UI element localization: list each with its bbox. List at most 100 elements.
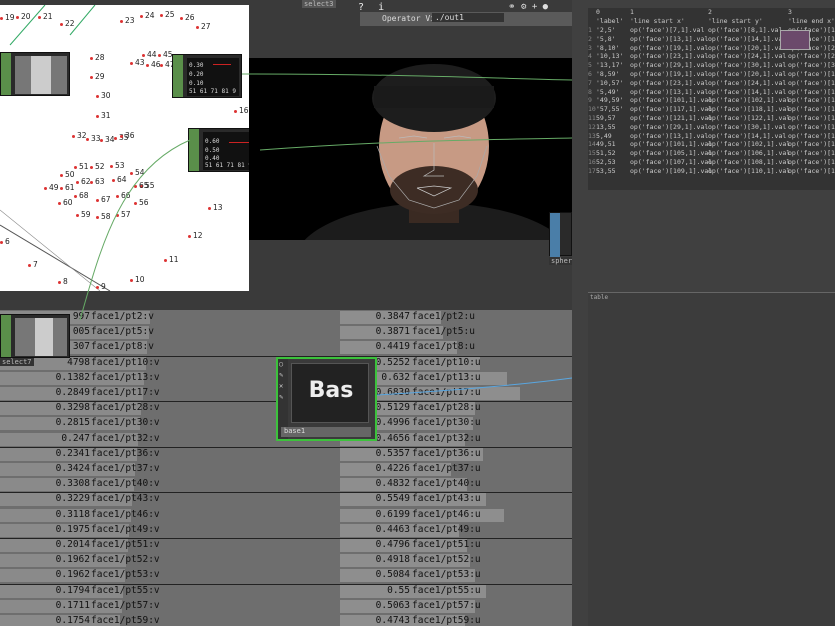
table-cell[interactable]: 'line end x': [788, 17, 835, 25]
table-cell[interactable]: '8,10': [596, 44, 619, 52]
table-cell[interactable]: op('face')[1: [788, 132, 835, 140]
table-row-index: 5: [588, 61, 592, 70]
table-cell[interactable]: op('face')[1: [788, 123, 835, 131]
table-cell[interactable]: op('face')[118,1].val: [708, 105, 790, 113]
table-cell[interactable]: 59,57: [596, 114, 616, 122]
table-row[interactable]: '13,17' op('face')[29,1].val op('face')[30…: [588, 61, 835, 70]
table-header-row[interactable]: 'label' 'line start x' 'line start y' 'line…: [588, 17, 835, 26]
table-row-index: 14: [588, 140, 596, 149]
table-cell[interactable]: op('face')[19,1].val: [630, 44, 708, 52]
table-cell[interactable]: op('face')[13,1].val: [630, 132, 708, 140]
table-cell[interactable]: op('face')[13,1].val: [630, 88, 708, 96]
table-row[interactable]: '5,49' op('face')[13,1].val op('face')[14,…: [588, 88, 835, 97]
table-row[interactable]: '10,13' op('face')[23,1].val op('face')[24…: [588, 52, 835, 61]
table-cell[interactable]: op('face')[1: [788, 158, 835, 166]
table-cell[interactable]: op('face')[30,1].val: [708, 61, 786, 69]
table-cell[interactable]: op('face')[109,1].val: [630, 167, 712, 175]
table-cell[interactable]: op('face')[110,1].val: [708, 167, 790, 175]
table-cell[interactable]: op('face')[3: [788, 61, 835, 69]
table-cell[interactable]: op('face')[20,1].val: [708, 44, 786, 52]
table-cell[interactable]: op('face')[106,1].val: [708, 149, 790, 157]
table-cell[interactable]: op('face')[2: [788, 52, 835, 60]
table-cell[interactable]: 49,51: [596, 140, 616, 148]
table-row-index: 10: [588, 105, 596, 114]
table-cell[interactable]: op('face')[101,1].val: [630, 140, 712, 148]
table-cell[interactable]: '5,8': [596, 35, 616, 43]
table-cell[interactable]: op('face')[122,1].val: [708, 114, 790, 122]
table-cell[interactable]: '57,55': [596, 105, 623, 113]
table-cell[interactable]: op('face')[14,1].val: [708, 35, 786, 43]
table-cell[interactable]: op('face')[1: [788, 167, 835, 175]
table-cell[interactable]: 'label': [596, 17, 623, 25]
table-cell[interactable]: op('face')[102,1].val: [708, 96, 790, 104]
table-cell[interactable]: op('face')[19,1].val: [630, 70, 708, 78]
table-cell[interactable]: 53,55: [596, 167, 616, 175]
table-row[interactable]: 5,49 op('face')[13,1].val op('face')[14,1]…: [588, 132, 835, 141]
table-row-index: 8: [588, 87, 592, 96]
table-cell[interactable]: op('face')[1: [788, 79, 835, 87]
table-cell[interactable]: op('face')[8,1].val: [708, 26, 782, 34]
table-cell[interactable]: 'line start y': [708, 17, 763, 25]
table-cell[interactable]: 5,49: [596, 132, 612, 140]
table-cell[interactable]: op('face')[107,1].val: [630, 158, 712, 166]
table-cell[interactable]: op('face')[29,1].val: [630, 61, 708, 69]
table-cell[interactable]: op('face')[24,1].val: [708, 52, 786, 60]
table-cell[interactable]: op('face')[1: [788, 88, 835, 96]
table-cell[interactable]: op('face')[108,1].val: [708, 158, 790, 166]
base1-label: base1: [281, 427, 371, 437]
table-cell[interactable]: op('face')[1: [788, 96, 835, 104]
table-cell[interactable]: op('face')[7,1].val: [630, 26, 704, 34]
table-cell[interactable]: 3: [788, 8, 792, 16]
table-cell[interactable]: op('face')[24,1].val: [708, 79, 786, 87]
table-row-index: 4: [588, 52, 592, 61]
table-cell[interactable]: op('face')[1: [788, 149, 835, 157]
table-cell[interactable]: op('face')[102,1].val: [708, 140, 790, 148]
table-cell[interactable]: 0: [596, 8, 600, 16]
table-cell[interactable]: op('face')[1: [788, 70, 835, 78]
table-cell[interactable]: 2: [708, 8, 712, 16]
table-cell[interactable]: op('face')[121,1].val: [630, 114, 712, 122]
table-cell[interactable]: op('face')[105,1].val: [630, 149, 712, 157]
table-cell[interactable]: 'line start x': [630, 17, 685, 25]
table-cell[interactable]: op('face')[14,1].val: [708, 132, 786, 140]
table-row[interactable]: '49,59' op('face')[101,1].val op('face')[1…: [588, 96, 835, 105]
table-cell[interactable]: op('face')[1: [788, 140, 835, 148]
table-row-index: 1: [588, 26, 592, 34]
table-cell[interactable]: op('face')[29,1].val: [630, 123, 708, 131]
table-cell[interactable]: op('face')[101,1].val: [630, 96, 712, 104]
table-cell[interactable]: '10,13': [596, 52, 623, 60]
table-cell[interactable]: 51,52: [596, 149, 616, 157]
table-row[interactable]: 53,55 op('face')[109,1].val op('face')[110…: [588, 167, 835, 176]
table-cell[interactable]: op('face')[1: [788, 114, 835, 122]
table-cell[interactable]: op('face')[23,1].val: [630, 79, 708, 87]
node-base1[interactable]: ○ ✎ ✕ ✎ Bas base1: [276, 357, 377, 441]
table-cell[interactable]: '2,5': [596, 26, 616, 34]
table-cell[interactable]: op('face')[30,1].val: [708, 123, 786, 131]
table-cell[interactable]: '10,57': [596, 79, 623, 87]
node-thumbnail[interactable]: [780, 30, 810, 50]
table-cell[interactable]: op('face')[117,1].val: [630, 105, 712, 113]
table-row[interactable]: 59,57 op('face')[121,1].val op('face')[122…: [588, 114, 835, 123]
table-row[interactable]: '10,57' op('face')[23,1].val op('face')[24…: [588, 79, 835, 88]
table-row[interactable]: 51,52 op('face')[105,1].val op('face')[106…: [588, 149, 835, 158]
table-cell[interactable]: '13,17': [596, 61, 623, 69]
table-row[interactable]: '8,59' op('face')[19,1].val op('face')[20,…: [588, 70, 835, 79]
table-cell[interactable]: op('face')[1: [788, 105, 835, 113]
table-row[interactable]: '57,55' op('face')[117,1].val op('face')[1…: [588, 105, 835, 114]
table-row-index: 3: [588, 43, 592, 52]
table-row[interactable]: 52,53 op('face')[107,1].val op('face')[108…: [588, 158, 835, 167]
table-cell[interactable]: op('face')[14,1].val: [708, 88, 786, 96]
table-row-index: 13: [588, 131, 596, 140]
table-col-index-row[interactable]: 0 1 2 3: [588, 8, 835, 17]
table-cell[interactable]: op('face')[13,1].val: [630, 35, 708, 43]
table-cell[interactable]: '49,59': [596, 96, 623, 104]
table-cell[interactable]: op('face')[20,1].val: [708, 70, 786, 78]
table-cell[interactable]: '8,59': [596, 70, 619, 78]
table-cell[interactable]: op('face')[23,1].val: [630, 52, 708, 60]
table-cell[interactable]: 13,55: [596, 123, 616, 131]
table-cell[interactable]: 52,53: [596, 158, 616, 166]
table-cell[interactable]: 1: [630, 8, 634, 16]
table-cell[interactable]: '5,49': [596, 88, 619, 96]
table-row[interactable]: 13,55 op('face')[29,1].val op('face')[30,1…: [588, 123, 835, 132]
table-row[interactable]: 49,51 op('face')[101,1].val op('face')[102…: [588, 140, 835, 149]
